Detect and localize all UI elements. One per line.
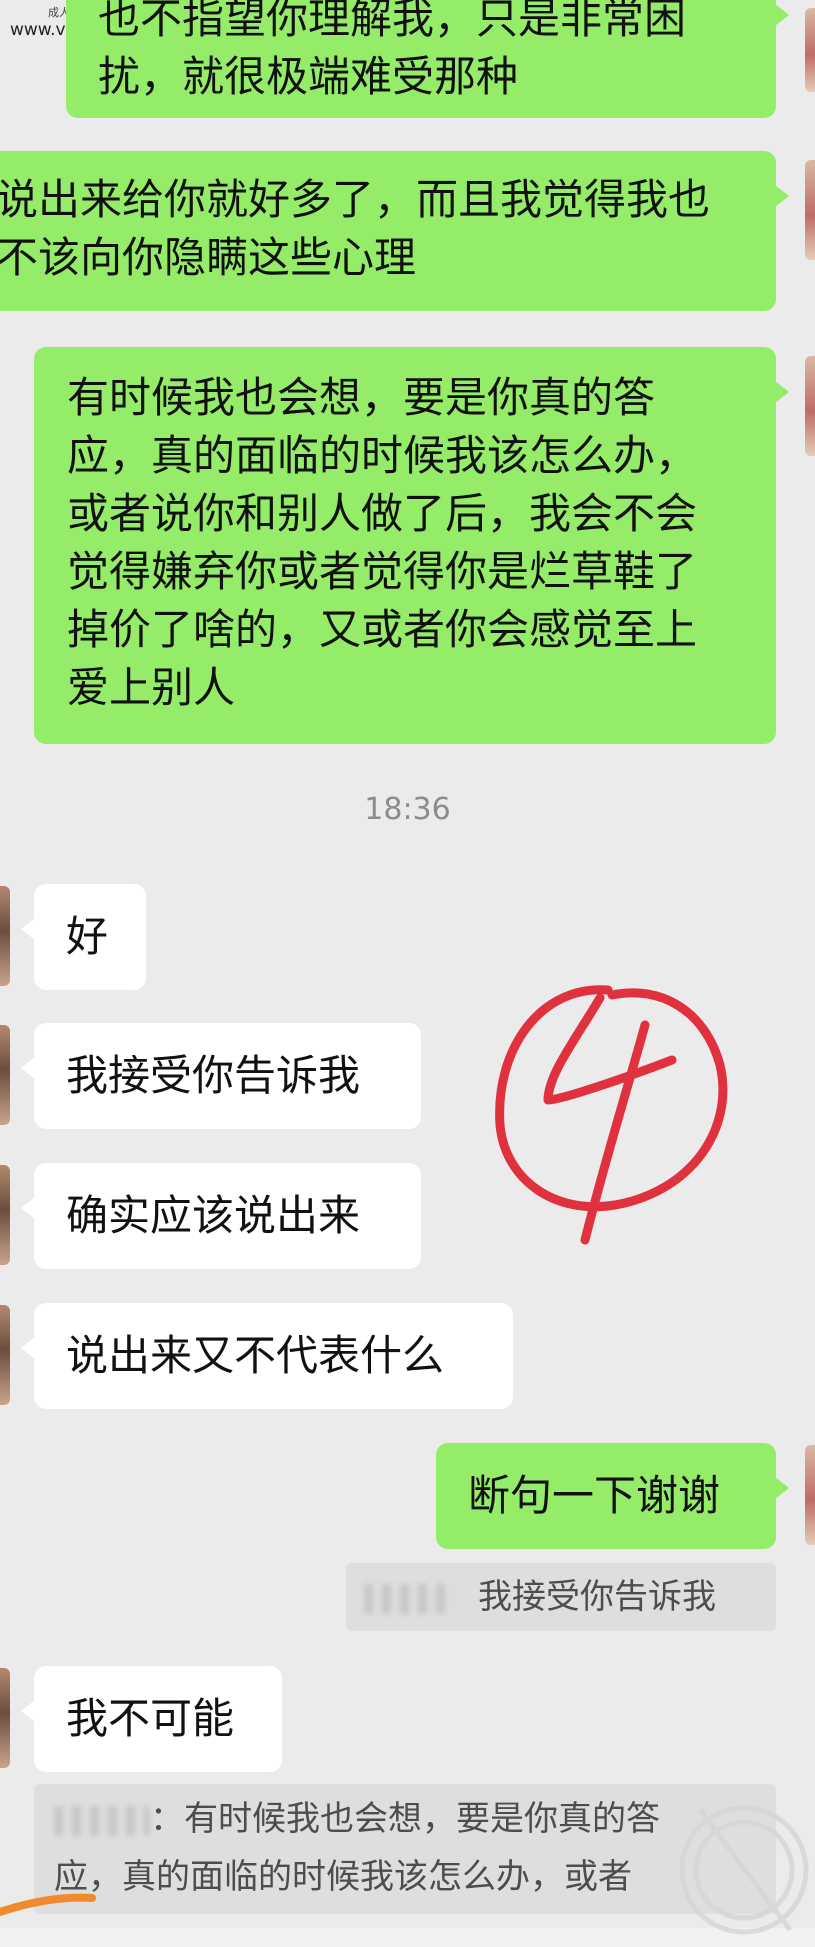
forum-stamp-icon — [679, 1805, 809, 1935]
chat-view[interactable]: 成人论坛 www.v43d.com 也不指望你理解我，只是非常困 扰，就很极端难… — [0, 0, 815, 1947]
arrow-mark-icon — [0, 1893, 96, 1916]
circled-number-icon — [495, 985, 728, 1245]
annotation-overlay — [0, 985, 809, 1935]
